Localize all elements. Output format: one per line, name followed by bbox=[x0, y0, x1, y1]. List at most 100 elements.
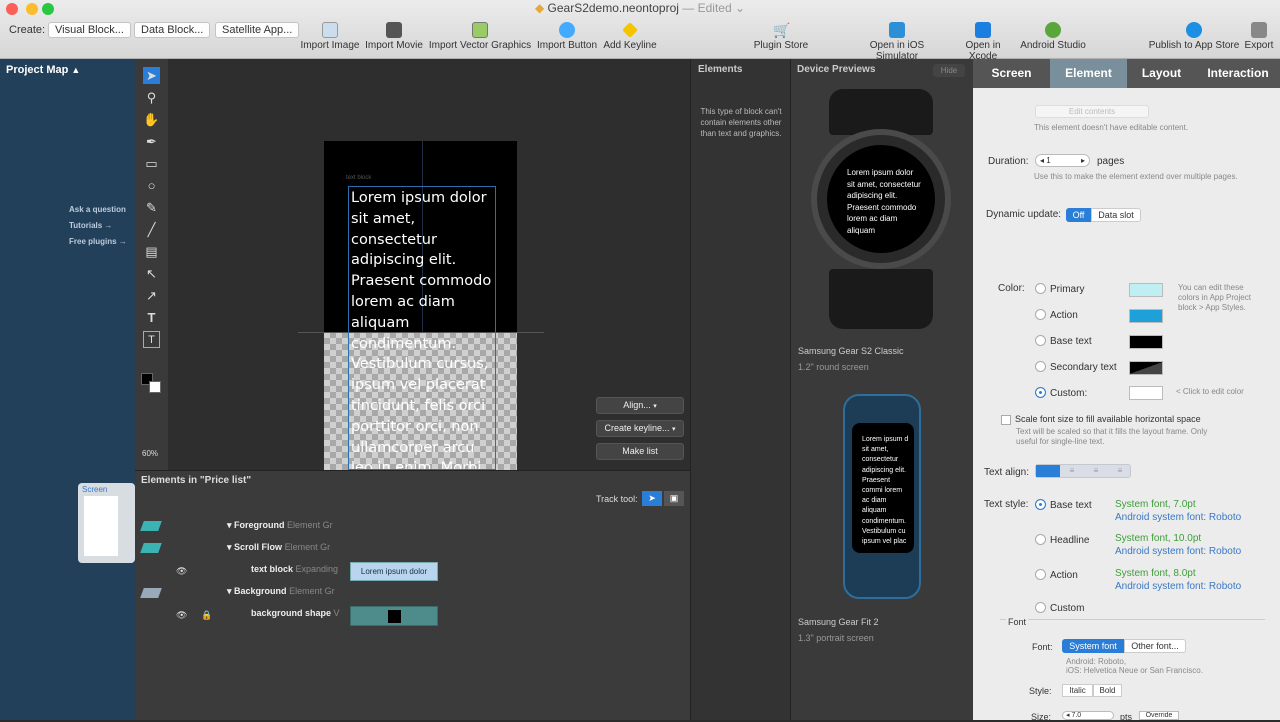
zoom-level[interactable]: 60% bbox=[142, 449, 158, 458]
export-button[interactable]: Export bbox=[1242, 22, 1276, 51]
style-name-custom: Custom bbox=[1050, 603, 1085, 614]
system-font-button[interactable]: System font bbox=[1062, 639, 1124, 653]
cart-icon: 🛒 bbox=[773, 22, 791, 38]
hand-tool[interactable]: ✋ bbox=[143, 111, 160, 128]
style-base-android[interactable]: Android system font: Roboto bbox=[1115, 512, 1241, 523]
make-list-button[interactable]: Make list bbox=[596, 443, 684, 460]
style-radio-base-text[interactable] bbox=[1035, 499, 1046, 510]
node-select-tool[interactable]: ↗ bbox=[143, 287, 160, 304]
text-tool[interactable]: T bbox=[143, 309, 160, 326]
elements-list-panel: Elements in "Price list" Track tool: ➤ ▣… bbox=[135, 470, 690, 720]
color-swatch-custom[interactable] bbox=[1129, 386, 1163, 400]
select-arrow-tool[interactable]: ➤ bbox=[143, 67, 160, 84]
style-headline-android[interactable]: Android system font: Roboto bbox=[1115, 546, 1241, 557]
row-foreground[interactable]: ▾ Foreground Element Gr bbox=[227, 520, 333, 531]
track-select-button[interactable]: ➤ bbox=[642, 491, 662, 506]
color-swatch-base-text[interactable] bbox=[1129, 335, 1163, 349]
line-tool[interactable]: ╱ bbox=[143, 221, 160, 238]
stroke-color-swatch[interactable] bbox=[149, 381, 161, 393]
style-action-android[interactable]: Android system font: Roboto bbox=[1115, 581, 1241, 592]
gradient-tool[interactable]: ▤ bbox=[143, 243, 160, 260]
style-radio-custom[interactable] bbox=[1035, 602, 1046, 613]
color-name-primary: Primary bbox=[1050, 284, 1085, 295]
style-headline-font[interactable]: System font, 10.0pt bbox=[1115, 533, 1201, 544]
import-button-button[interactable]: Import Button bbox=[536, 22, 598, 51]
plugin-store-button[interactable]: 🛒 Plugin Store bbox=[752, 22, 810, 51]
text-align-segmented[interactable]: ≡ ≡ ≡ bbox=[1035, 464, 1131, 478]
import-movie-button[interactable]: Import Movie bbox=[364, 22, 424, 51]
color-swatch-secondary-text[interactable] bbox=[1129, 361, 1163, 375]
color-radio-base-text[interactable] bbox=[1035, 335, 1046, 346]
style-radio-action[interactable] bbox=[1035, 569, 1046, 580]
italic-button[interactable]: Italic bbox=[1062, 684, 1093, 697]
align-justify-button[interactable]: ≡ bbox=[1108, 465, 1132, 477]
text-block-content: Lorem ipsum dolor sit amet, consectetur … bbox=[351, 190, 492, 470]
elements-panel-title: Elements bbox=[698, 64, 743, 75]
text-block-element[interactable]: Lorem ipsum dolor sit amet, consectetur … bbox=[348, 186, 496, 470]
style-radio-headline[interactable] bbox=[1035, 534, 1046, 545]
lock-icon[interactable]: 🔒 bbox=[201, 610, 212, 621]
text-frame-tool[interactable]: T bbox=[143, 331, 160, 348]
direct-select-tool[interactable]: ↖ bbox=[143, 265, 160, 282]
project-map-title: Project Map ▲ bbox=[6, 64, 81, 76]
track-record-button[interactable]: ▣ bbox=[664, 491, 684, 506]
style-action-font[interactable]: System font, 8.0pt bbox=[1115, 568, 1196, 579]
font-size-stepper[interactable]: ◂ 7.0 bbox=[1062, 711, 1114, 720]
override-button[interactable]: Override bbox=[1139, 711, 1179, 720]
visibility-eye-icon[interactable]: 👁 bbox=[176, 610, 187, 621]
tab-interaction[interactable]: Interaction bbox=[1196, 59, 1280, 88]
background-shape-track-bar[interactable] bbox=[350, 606, 438, 626]
publish-app-store-button[interactable]: Publish to App Store bbox=[1148, 22, 1240, 51]
open-ios-simulator-button[interactable]: Open in iOS Simulator bbox=[848, 22, 946, 62]
zoom-tool[interactable]: ⚲ bbox=[143, 89, 160, 106]
color-swatch-primary[interactable] bbox=[1129, 283, 1163, 297]
canvas-area[interactable]: text block Lorem ipsum dolor sit amet, c… bbox=[168, 59, 690, 470]
ask-question-link[interactable]: Ask a question bbox=[69, 205, 126, 214]
hide-previews-button[interactable]: Hide bbox=[933, 64, 965, 77]
duration-stepper[interactable]: ◂ 1 ▸ bbox=[1035, 154, 1090, 167]
align-right-button[interactable]: ≡ bbox=[1084, 465, 1108, 477]
create-satellite-app-button[interactable]: Satellite App... bbox=[215, 22, 300, 38]
color-radio-secondary-text[interactable] bbox=[1035, 361, 1046, 372]
add-keyline-button[interactable]: Add Keyline bbox=[602, 22, 658, 51]
data-slot-button[interactable]: Data slot bbox=[1091, 208, 1141, 222]
free-plugins-link[interactable]: Free plugins → bbox=[69, 237, 127, 246]
scale-font-checkbox[interactable] bbox=[1001, 415, 1011, 425]
image-icon bbox=[322, 22, 338, 38]
align-button[interactable]: Align... ▾ bbox=[596, 397, 684, 414]
brush-tool[interactable]: ✎ bbox=[143, 199, 160, 216]
edit-contents-button[interactable]: Edit contents bbox=[1035, 105, 1149, 118]
color-radio-primary[interactable] bbox=[1035, 283, 1046, 294]
tab-element[interactable]: Element bbox=[1050, 59, 1127, 88]
align-left-button[interactable] bbox=[1036, 465, 1060, 477]
screen-block-thumbnail[interactable]: Screen bbox=[78, 483, 135, 563]
bold-button[interactable]: Bold bbox=[1093, 684, 1122, 697]
text-block-track-bar[interactable]: Lorem ipsum dolor bbox=[350, 562, 438, 581]
import-image-button[interactable]: Import Image bbox=[300, 22, 360, 51]
create-visual-block-button[interactable]: Visual Block... bbox=[48, 22, 131, 38]
tab-screen[interactable]: Screen bbox=[973, 59, 1050, 88]
color-swatch-action[interactable] bbox=[1129, 309, 1163, 323]
style-base-font[interactable]: System font, 7.0pt bbox=[1115, 499, 1196, 510]
android-studio-button[interactable]: Android Studio bbox=[1020, 22, 1086, 51]
dynamic-off-button[interactable]: Off bbox=[1066, 208, 1091, 222]
row-scroll-flow[interactable]: ▾ Scroll Flow Element Gr bbox=[227, 542, 330, 553]
open-xcode-button[interactable]: Open in Xcode bbox=[950, 22, 1016, 62]
color-radio-action[interactable] bbox=[1035, 309, 1046, 320]
ellipse-tool[interactable]: ○ bbox=[143, 177, 160, 194]
align-center-button[interactable]: ≡ bbox=[1060, 465, 1084, 477]
other-font-button[interactable]: Other font... bbox=[1124, 639, 1186, 653]
import-vector-graphics-button[interactable]: Import Vector Graphics bbox=[428, 22, 532, 51]
row-text-block[interactable]: text block Expanding bbox=[251, 564, 338, 574]
row-background[interactable]: ▾ Background Element Gr bbox=[227, 586, 335, 597]
create-data-block-button[interactable]: Data Block... bbox=[134, 22, 211, 38]
pen-tool[interactable]: ✒ bbox=[143, 133, 160, 150]
visibility-eye-icon[interactable]: 👁 bbox=[176, 566, 187, 577]
rectangle-tool[interactable]: ▭ bbox=[143, 155, 160, 172]
row-background-shape[interactable]: background shape V bbox=[251, 608, 340, 618]
elements-list-title: Elements in "Price list" bbox=[141, 475, 252, 486]
color-radio-custom[interactable] bbox=[1035, 387, 1046, 398]
tab-layout[interactable]: Layout bbox=[1127, 59, 1196, 88]
create-keyline-button[interactable]: Create keyline... ▾ bbox=[596, 420, 684, 437]
tutorials-link[interactable]: Tutorials → bbox=[69, 221, 112, 230]
